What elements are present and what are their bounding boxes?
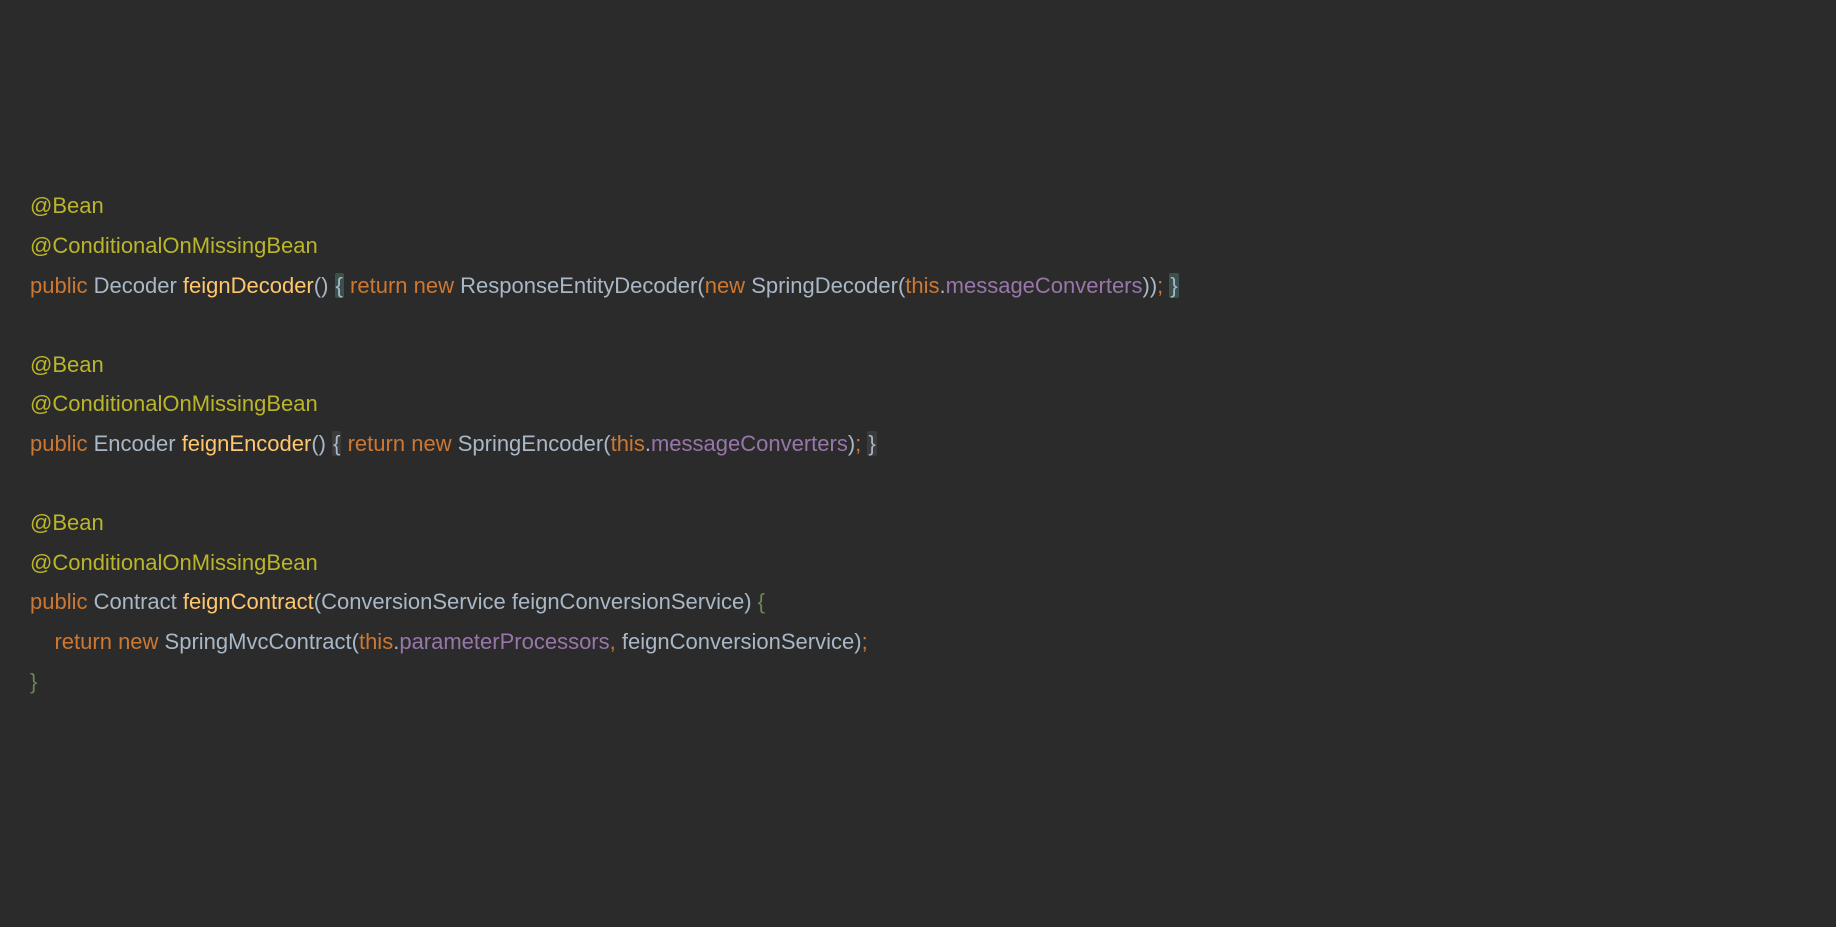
brace-close: } <box>1169 273 1178 298</box>
annotation: @ConditionalOnMissingBean <box>30 233 318 258</box>
class-ref: SpringEncoder <box>458 431 604 456</box>
paren: ( <box>603 431 610 456</box>
annotation: @Bean <box>30 352 104 377</box>
semicolon: ; <box>862 629 868 654</box>
semicolon: ; <box>1157 273 1163 298</box>
field-ref: parameterProcessors <box>399 629 609 654</box>
keyword-this: this <box>905 273 939 298</box>
annotation: @ConditionalOnMissingBean <box>30 550 318 575</box>
annotation: @Bean <box>30 193 104 218</box>
field-ref: messageConverters <box>651 431 848 456</box>
brace-open: { <box>758 589 765 614</box>
param-name: feignConversionService <box>512 589 744 614</box>
keyword-new: new <box>411 431 451 456</box>
semicolon: ; <box>855 431 861 456</box>
comma: , <box>610 629 616 654</box>
keyword-return: return <box>54 629 111 654</box>
keyword-public: public <box>30 589 87 614</box>
keyword-public: public <box>30 273 87 298</box>
brace-close: } <box>30 669 37 694</box>
paren: ( <box>352 629 359 654</box>
annotation: @ConditionalOnMissingBean <box>30 391 318 416</box>
paren: ) <box>854 629 861 654</box>
keyword-new: new <box>414 273 454 298</box>
paren: ) <box>744 589 751 614</box>
annotation: @Bean <box>30 510 104 535</box>
class-ref: ResponseEntityDecoder <box>460 273 697 298</box>
paren: () <box>314 273 329 298</box>
brace-open: { <box>335 273 344 298</box>
paren: ( <box>314 589 321 614</box>
paren: () <box>311 431 326 456</box>
paren: )) <box>1143 273 1158 298</box>
return-type: Encoder <box>94 431 176 456</box>
keyword-new: new <box>705 273 745 298</box>
keyword-new: new <box>118 629 158 654</box>
keyword-public: public <box>30 431 87 456</box>
class-ref: SpringDecoder <box>751 273 898 298</box>
return-type: Contract <box>94 589 177 614</box>
method-name: feignDecoder <box>183 273 314 298</box>
paren: ( <box>697 273 704 298</box>
keyword-this: this <box>611 431 645 456</box>
return-type: Decoder <box>94 273 177 298</box>
field-ref: messageConverters <box>946 273 1143 298</box>
method-name: feignContract <box>183 589 314 614</box>
brace-open: { <box>332 431 341 456</box>
method-name: feignEncoder <box>182 431 312 456</box>
code-editor-content[interactable]: @Bean @ConditionalOnMissingBean public D… <box>30 186 1806 701</box>
keyword-return: return <box>348 431 405 456</box>
keyword-return: return <box>350 273 407 298</box>
param-type: ConversionService <box>321 589 506 614</box>
keyword-this: this <box>359 629 393 654</box>
arg: feignConversionService <box>622 629 854 654</box>
brace-close: } <box>867 431 876 456</box>
class-ref: SpringMvcContract <box>165 629 352 654</box>
